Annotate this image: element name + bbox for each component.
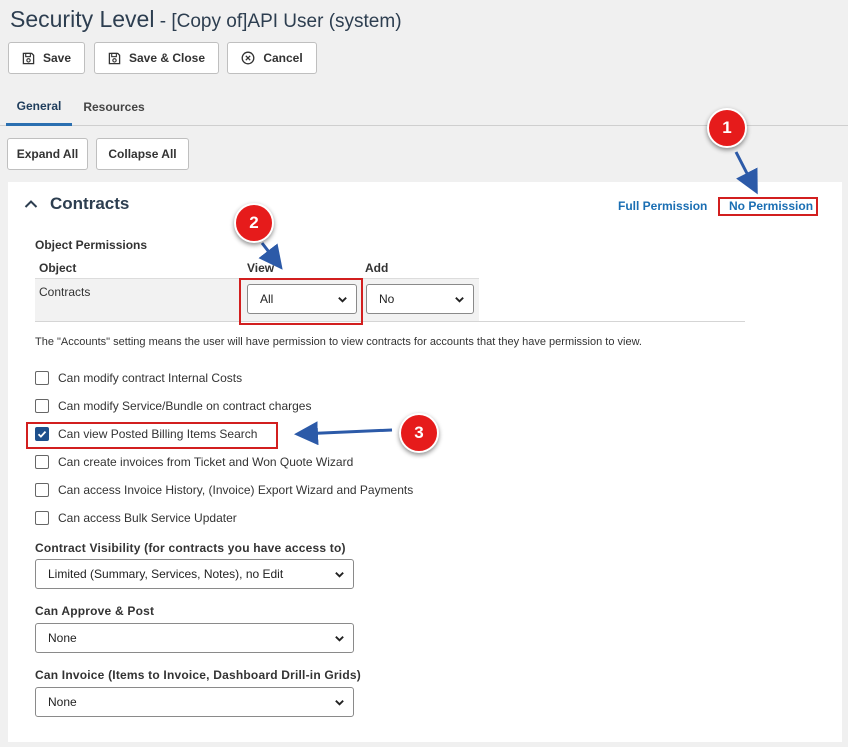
object-permissions-heading: Object Permissions — [35, 238, 148, 252]
chevron-down-icon — [335, 636, 344, 642]
cancel-button[interactable]: Cancel — [227, 42, 317, 74]
chevron-down-icon — [335, 572, 344, 578]
checkbox-row-bulk-service[interactable]: Can access Bulk Service Updater — [35, 511, 237, 525]
full-permission-link[interactable]: Full Permission — [618, 199, 707, 213]
callout-badge-2: 2 — [234, 203, 274, 243]
checkbox-row-service-bundle[interactable]: Can modify Service/Bundle on contract ch… — [35, 399, 311, 413]
divider — [35, 321, 745, 322]
page-title-subtitle: - [Copy of]API User (system) — [154, 11, 402, 32]
chevron-down-icon — [455, 297, 464, 303]
tab-general[interactable]: General — [6, 88, 72, 126]
checkbox-row-posted-billing[interactable]: Can view Posted Billing Items Search — [35, 427, 257, 441]
checkbox-label: Can create invoices from Ticket and Won … — [58, 455, 354, 469]
contract-visibility-select[interactable]: Limited (Summary, Services, Notes), no E… — [35, 559, 354, 589]
col-object-header: Object — [39, 261, 77, 275]
expand-all-label: Expand All — [16, 147, 79, 161]
checkbox[interactable] — [35, 511, 49, 525]
checkmark-icon — [37, 430, 47, 438]
checkbox-row-invoice-history[interactable]: Can access Invoice History, (Invoice) Ex… — [35, 483, 413, 497]
contracts-panel: Contracts Full Permission No Permission … — [8, 182, 842, 742]
checkbox[interactable] — [35, 483, 49, 497]
view-select[interactable]: All — [247, 284, 357, 314]
checkbox-label: Can view Posted Billing Items Search — [58, 427, 258, 441]
tab-resources[interactable]: Resources — [78, 88, 150, 126]
section-header[interactable]: Contracts — [24, 194, 129, 214]
checkbox-label: Can access Invoice History, (Invoice) Ex… — [58, 483, 414, 497]
checkbox-label: Can modify contract Internal Costs — [58, 371, 243, 385]
cancel-button-label: Cancel — [263, 51, 303, 65]
col-add-header: Add — [365, 261, 389, 275]
view-select-value: All — [260, 292, 274, 306]
checkbox-label: Can modify Service/Bundle on contract ch… — [58, 399, 312, 413]
page-title-main: Security Level — [10, 6, 155, 32]
contract-visibility-label: Contract Visibility (for contracts you h… — [35, 541, 346, 555]
checkbox-row-internal-costs[interactable]: Can modify contract Internal Costs — [35, 371, 242, 385]
can-invoice-select[interactable]: None — [35, 687, 354, 717]
expand-all-button[interactable]: Expand All — [7, 138, 88, 170]
approve-post-select[interactable]: None — [35, 623, 354, 653]
section-title: Contracts — [50, 194, 130, 213]
checkbox[interactable] — [35, 455, 49, 469]
circle-x-icon — [241, 51, 255, 65]
callout-badge-3: 3 — [399, 413, 439, 453]
chevron-up-icon[interactable] — [24, 199, 38, 209]
checkbox[interactable] — [35, 371, 49, 385]
contract-visibility-value: Limited (Summary, Services, Notes), no E… — [48, 567, 284, 581]
chevron-down-icon — [335, 700, 344, 706]
chevron-down-icon — [338, 297, 347, 303]
save-close-button-label: Save & Close — [128, 51, 206, 65]
callout-badge-1: 1 — [707, 108, 747, 148]
checkbox[interactable] — [35, 399, 49, 413]
checkbox-row-create-invoices[interactable]: Can create invoices from Ticket and Won … — [35, 455, 353, 469]
floppy-disk-icon — [108, 52, 121, 64]
col-view-header: View — [247, 261, 275, 275]
accounts-note: The "Accounts" setting means the user wi… — [35, 336, 642, 348]
row-object-name: Contracts — [39, 285, 91, 299]
checkbox-label: Can access Bulk Service Updater — [58, 511, 237, 525]
save-button-label: Save — [42, 51, 72, 65]
no-permission-link[interactable]: No Permission — [729, 199, 813, 213]
can-invoice-label: Can Invoice (Items to Invoice, Dashboard… — [35, 668, 361, 682]
collapse-all-label: Collapse All — [108, 147, 177, 161]
floppy-disk-icon — [22, 52, 35, 64]
add-select[interactable]: No — [366, 284, 474, 314]
can-invoice-value: None — [48, 695, 77, 709]
add-select-value: No — [379, 292, 395, 306]
save-close-button[interactable]: Save & Close — [94, 42, 219, 74]
save-button[interactable]: Save — [8, 42, 85, 74]
checkbox-checked[interactable] — [35, 427, 49, 441]
approve-post-label: Can Approve & Post — [35, 604, 155, 618]
approve-post-value: None — [48, 631, 77, 645]
page-title: Security Level - [Copy of]API User (syst… — [10, 6, 402, 33]
collapse-all-button[interactable]: Collapse All — [96, 138, 189, 170]
